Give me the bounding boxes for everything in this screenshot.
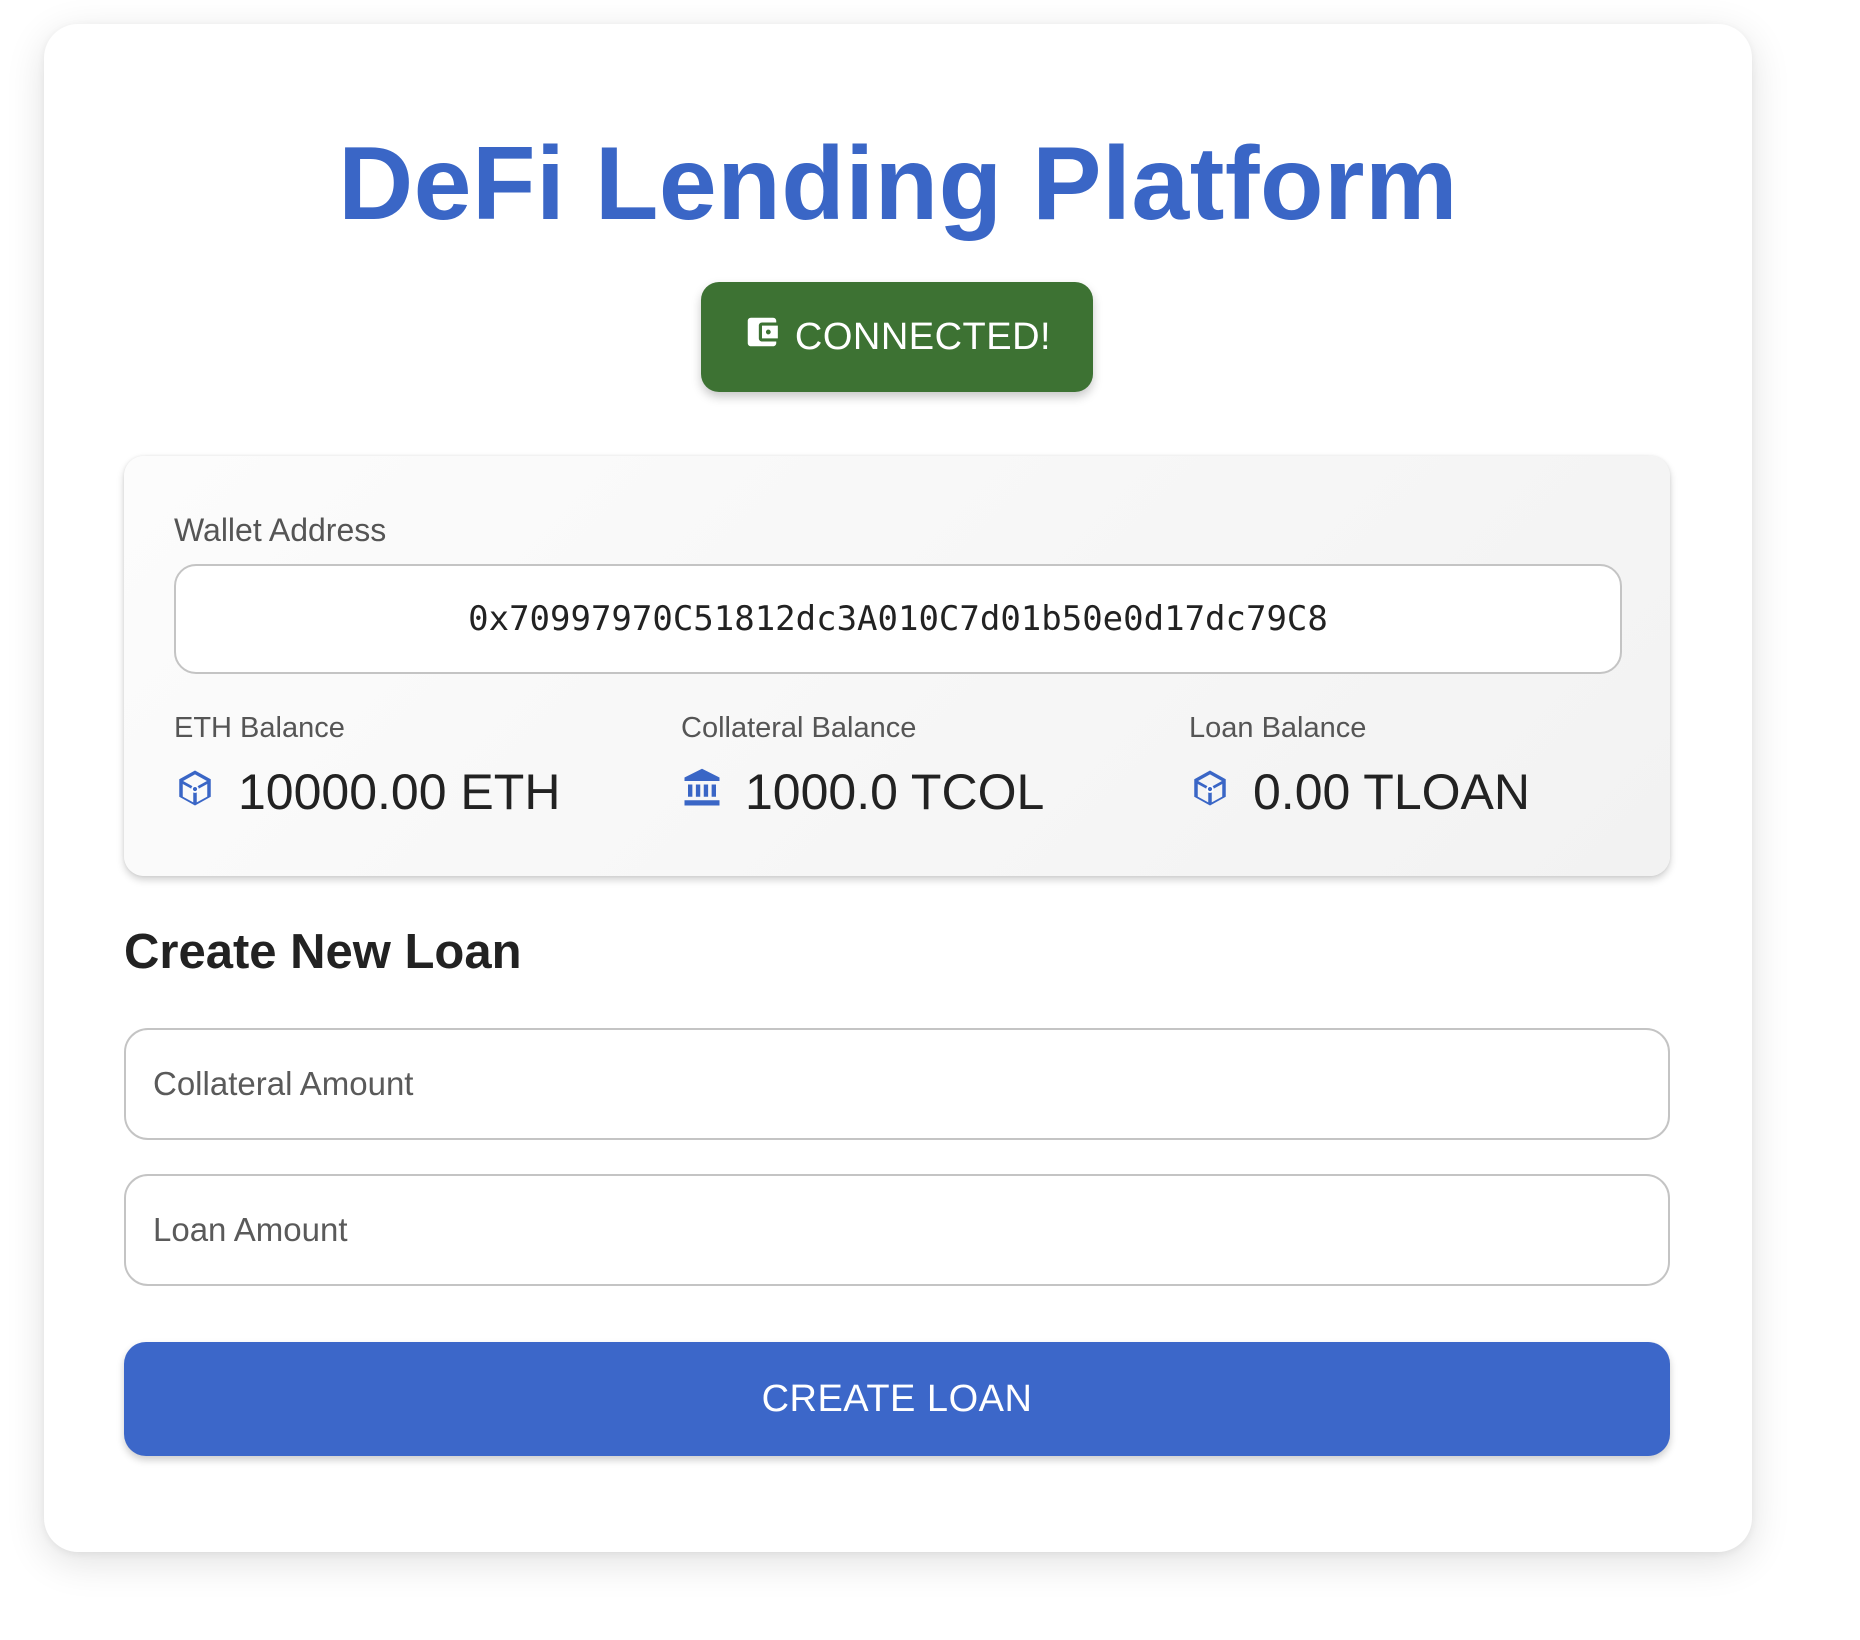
create-loan-button[interactable]: CREATE LOAN — [124, 1342, 1670, 1456]
connect-button-label: CONNECTED! — [794, 315, 1052, 358]
eth-balance-label: ETH Balance — [174, 712, 345, 744]
main-card: DeFi Lending Platform CONNECTED! Wallet … — [44, 24, 1752, 1552]
wallet-address-field: 0x70997970C51812dc3A010C7d01b50e0d17dc79… — [174, 564, 1622, 674]
collateral-amount-input[interactable] — [124, 1028, 1670, 1140]
collateral-balance-label: Collateral Balance — [681, 712, 917, 744]
eth-balance: ETH Balance 10000.00 ETH — [174, 712, 560, 821]
wallet-address-label: Wallet Address — [174, 512, 387, 548]
wallet-icon — [743, 313, 781, 361]
eth-balance-value: 10000.00 ETH — [238, 764, 561, 820]
loan-amount-input[interactable] — [124, 1174, 1670, 1286]
loan-balance-value: 0.00 TLOAN — [1253, 764, 1531, 820]
connect-wallet-button[interactable]: CONNECTED! — [701, 282, 1093, 392]
bank-icon — [681, 763, 723, 821]
cube-icon — [1189, 763, 1231, 821]
cube-icon — [174, 763, 216, 821]
collateral-balance: Collateral Balance 1000.0 TCOL — [681, 712, 1044, 821]
page-title: DeFi Lending Platform — [338, 126, 1458, 242]
loan-balance: Loan Balance 0.00 TLOAN — [1189, 712, 1530, 821]
collateral-balance-value: 1000.0 TCOL — [745, 764, 1045, 820]
wallet-info-panel: Wallet Address 0x70997970C51812dc3A010C7… — [124, 456, 1670, 876]
create-loan-heading: Create New Loan — [124, 925, 522, 979]
loan-balance-label: Loan Balance — [1189, 712, 1367, 744]
